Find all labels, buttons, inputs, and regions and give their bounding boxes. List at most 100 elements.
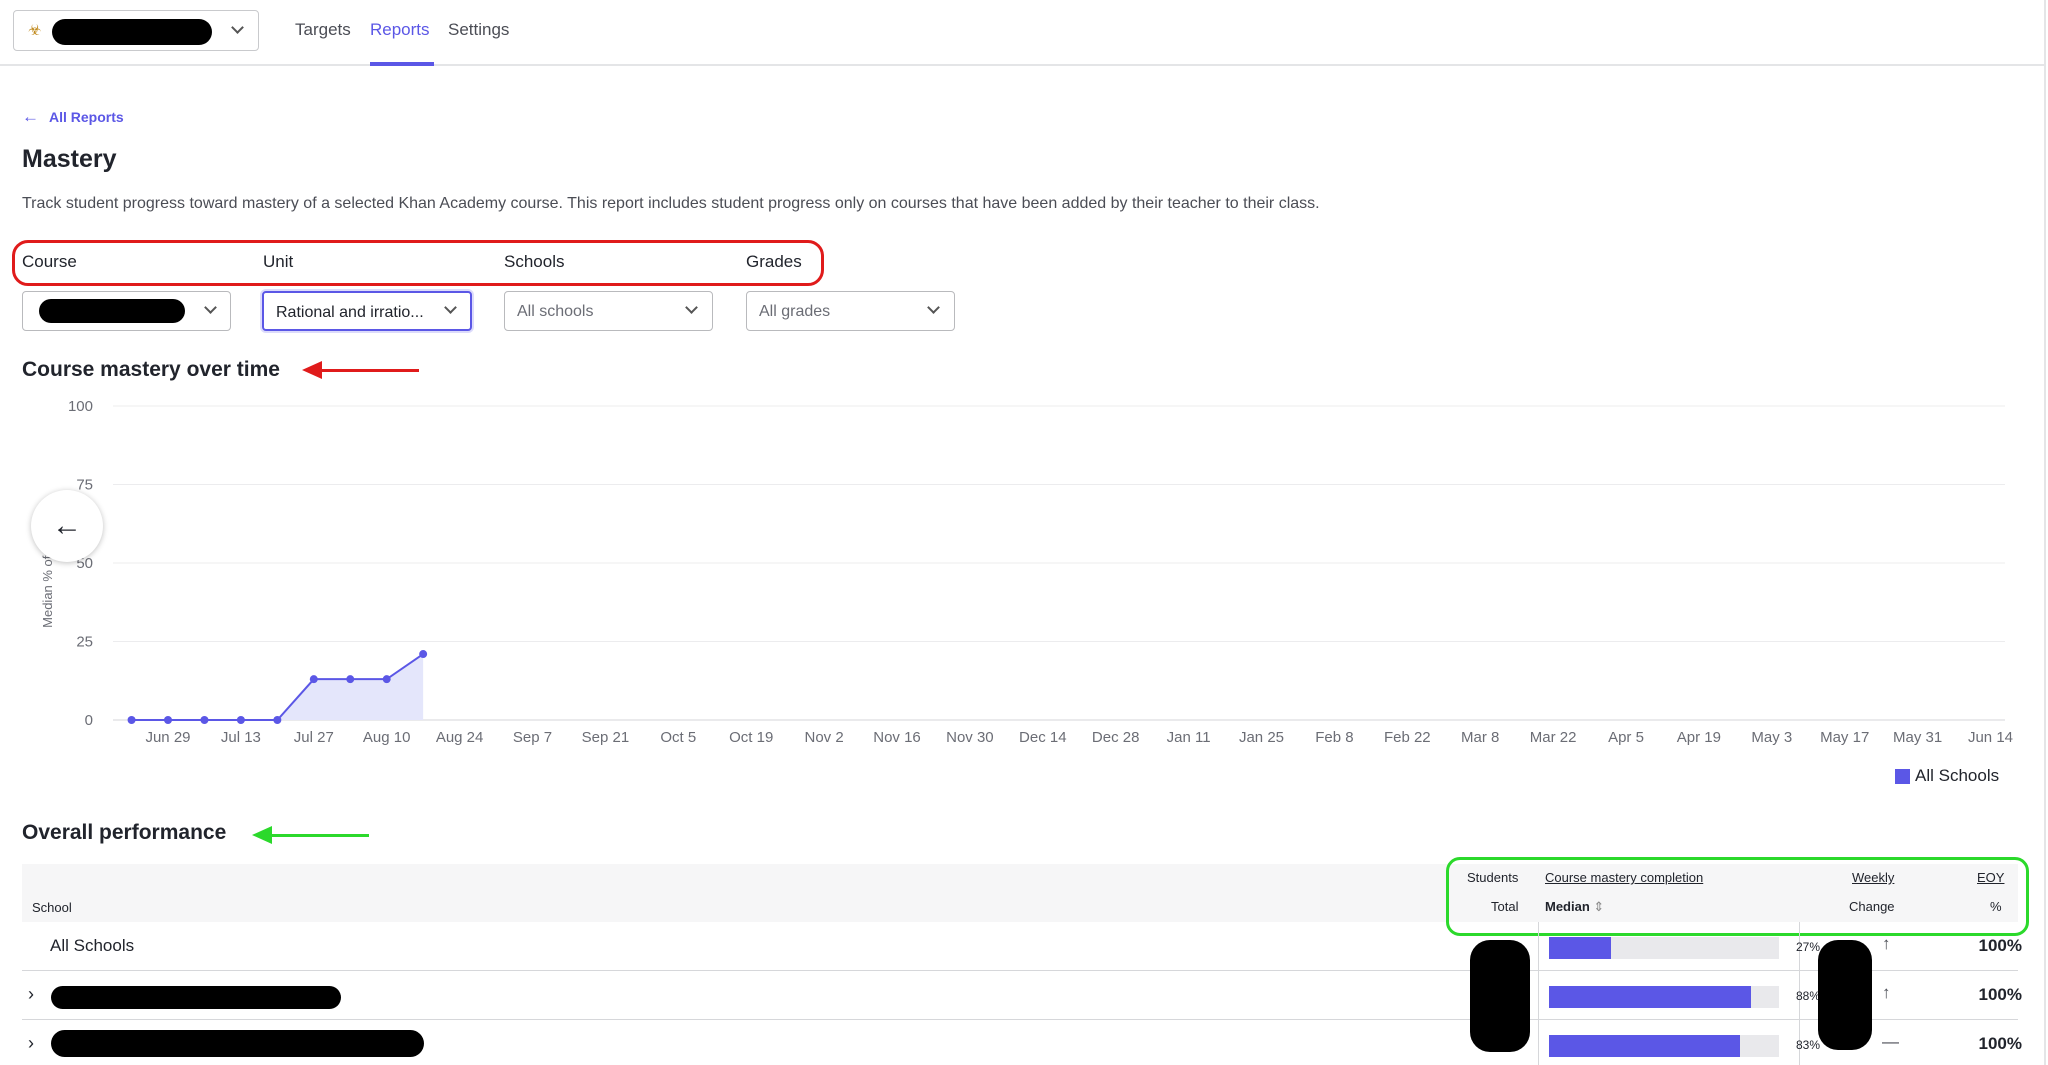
median-pct: 88% (1795, 989, 1820, 1003)
data-point (200, 716, 209, 724)
x-tick-label: Oct 5 (660, 729, 696, 746)
x-tick-label: Nov 30 (946, 729, 994, 746)
median-bar (1549, 937, 1779, 959)
x-tick-label: Nov 16 (873, 729, 921, 746)
chevron-down-icon (685, 301, 698, 314)
chart-scroll-left-button[interactable]: ← (31, 490, 103, 562)
y-tick-label: 0 (85, 712, 93, 729)
chart-section-title: Course mastery over time (22, 358, 280, 381)
x-tick-label: Feb 22 (1384, 729, 1431, 746)
chevron-down-icon (204, 301, 217, 314)
x-tick-label: Apr 5 (1608, 729, 1644, 746)
data-point (273, 716, 282, 724)
x-tick-label: May 31 (1893, 729, 1942, 746)
course-select[interactable] (22, 291, 231, 331)
x-tick-label: Sep 21 (582, 729, 630, 746)
x-tick-label: Dec 28 (1092, 729, 1140, 746)
unit-select-value: Rational and irratio... (276, 304, 424, 321)
organization-select[interactable]: ☣ (13, 10, 259, 51)
eoy-value: 100% (1978, 985, 2022, 1004)
page-title: Mastery (22, 145, 117, 173)
x-tick-label: Nov 2 (805, 729, 844, 746)
top-nav: ☣ Targets Reports Settings (0, 0, 2044, 66)
x-tick-label: Jul 27 (294, 729, 334, 746)
x-tick-label: Sep 7 (513, 729, 552, 746)
x-tick-label: Jun 29 (145, 729, 190, 746)
table-row[interactable]: All Schools 27% ↑ 100% (22, 922, 2022, 971)
chevron-down-icon (444, 301, 457, 314)
expand-chevron-icon[interactable]: › (28, 1033, 34, 1054)
redacted-student-totals (1470, 940, 1530, 1052)
arrow-left-icon: ← (22, 107, 39, 126)
data-point (382, 675, 391, 684)
legend-label: All Schools (1915, 766, 2000, 785)
legend-swatch (1895, 768, 1910, 784)
tab-reports[interactable]: Reports (370, 20, 430, 40)
schools-select-value: All schools (517, 303, 594, 320)
schools-select[interactable]: All schools (504, 291, 713, 331)
data-point (346, 675, 355, 684)
redacted-school-name (51, 986, 341, 1009)
all-reports-link[interactable]: ← All Reports (22, 107, 124, 127)
median-pct: 83% (1795, 1038, 1820, 1052)
school-name: All Schools (50, 936, 135, 955)
unit-filter-label: Unit (263, 252, 294, 271)
performance-section-title: Overall performance (22, 821, 227, 844)
y-tick-label: 25 (76, 634, 93, 651)
redacted-weekly-change (1818, 940, 1872, 1050)
eoy-value: 100% (1978, 1034, 2022, 1053)
page-edge-divider (2044, 0, 2046, 1065)
median-bar (1549, 986, 1779, 1008)
table-row[interactable]: › 88% ↑ 100% (22, 971, 2022, 1020)
unit-select[interactable]: Rational and irratio... (262, 291, 472, 331)
chevron-down-icon (231, 21, 244, 34)
school-column-header: School (32, 900, 72, 915)
median-bar-fill (1549, 937, 1612, 959)
tab-settings[interactable]: Settings (448, 20, 509, 40)
data-point (236, 716, 245, 724)
series-area (131, 654, 424, 720)
mastery-chart: 0255075100Median % of co... teryJun 29 Ju… (40, 398, 2013, 746)
x-tick-label: Aug 24 (436, 729, 484, 746)
data-point (164, 716, 172, 724)
redacted-org-name (52, 19, 212, 45)
red-annotation-arrowhead (302, 361, 322, 379)
x-tick-label: Aug 10 (363, 729, 411, 746)
x-tick-label: Jul 13 (221, 729, 261, 746)
data-point (419, 650, 428, 659)
x-tick-label: May 3 (1751, 729, 1792, 746)
median-bar-fill (1549, 986, 1752, 1008)
x-tick-label: Feb 8 (1315, 729, 1353, 746)
x-tick-label: Apr 19 (1677, 729, 1721, 746)
arrow-left-icon: ← (52, 509, 82, 542)
page-description: Track student progress toward mastery of… (22, 195, 1320, 212)
weekly-change-value: ↑ (1882, 983, 1891, 1002)
x-tick-label: Jan 25 (1239, 729, 1284, 746)
eoy-value: 100% (1978, 936, 2022, 955)
grades-filter-label: Grades (746, 252, 802, 271)
grades-select[interactable]: All grades (746, 291, 955, 331)
median-bar (1549, 1035, 1779, 1057)
schools-filter-label: Schools (504, 252, 565, 271)
red-annotation-arrow (318, 369, 419, 372)
x-tick-label: Mar 8 (1461, 729, 1499, 746)
weekly-change-value: — (1882, 1032, 1899, 1051)
active-tab-indicator (370, 62, 434, 66)
green-annotation-arrowhead (252, 826, 272, 844)
redacted-course-name (39, 299, 185, 323)
x-tick-label: Jun 14 (1968, 729, 2013, 746)
tab-targets[interactable]: Targets (295, 20, 351, 40)
redacted-school-name (51, 1030, 424, 1057)
data-point (309, 675, 318, 684)
org-badge-icon: ☣ (28, 22, 42, 39)
chevron-down-icon (927, 301, 940, 314)
x-tick-label: Dec 14 (1019, 729, 1067, 746)
y-tick-label: 75 (76, 477, 93, 494)
all-reports-label: All Reports (49, 109, 124, 125)
red-annotation-box (12, 240, 824, 286)
grades-select-value: All grades (759, 303, 831, 320)
expand-chevron-icon[interactable]: › (28, 984, 34, 1005)
table-row[interactable]: › 83% — 100% (22, 1020, 2022, 1065)
x-tick-label: Jan 11 (1167, 729, 1211, 746)
weekly-change-value: ↑ (1882, 934, 1891, 953)
